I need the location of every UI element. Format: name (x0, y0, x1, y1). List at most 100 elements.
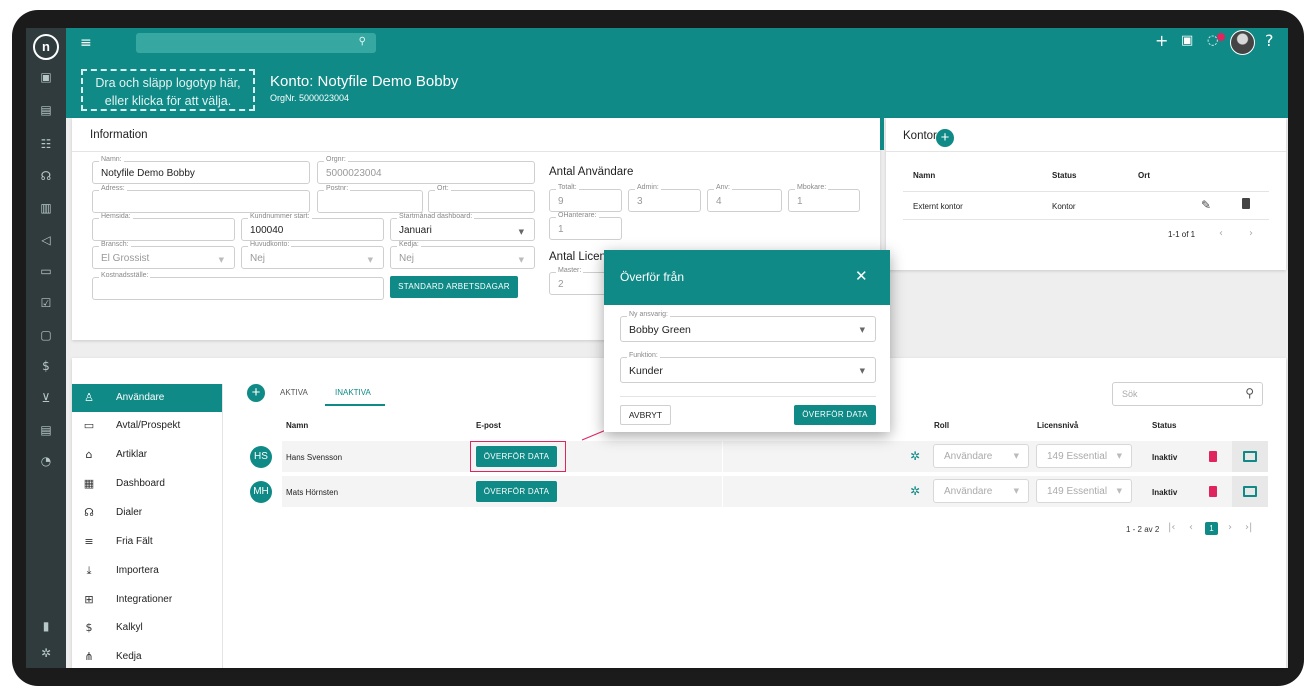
card-rail-icon[interactable]: ▭ (36, 263, 56, 279)
page-button-current[interactable]: 1 (1205, 522, 1218, 535)
avatar[interactable] (1230, 30, 1255, 55)
last-page-icon[interactable]: ›| (1245, 522, 1252, 533)
total-value: 9 (558, 196, 564, 207)
transfer-data-button[interactable]: ÖVERFÖR DATA (476, 446, 557, 467)
role-select[interactable]: Användare ▼ (933, 444, 1029, 468)
trash-icon[interactable] (1242, 198, 1250, 209)
sidebar-item-artiklar[interactable]: ⌂ Artiklar (72, 441, 222, 469)
id-card-icon[interactable] (1243, 486, 1257, 497)
postnr-label: Postnr: (324, 185, 351, 192)
trash-icon[interactable] (1209, 451, 1217, 462)
app-logo[interactable]: n (33, 34, 59, 60)
chevron-right-icon[interactable]: › (1228, 522, 1232, 533)
tab-inactive[interactable]: INAKTIVA (335, 388, 371, 397)
orgnr-field[interactable]: Orgnr: 5000023004 (317, 156, 535, 184)
plus-icon[interactable]: + (1155, 31, 1168, 50)
sidebar-item-anvandare[interactable]: ♙ Användare (72, 384, 222, 412)
startmonth-select[interactable]: Startmånad dashboard: Januari ▼ (390, 213, 535, 241)
global-search-input[interactable]: ⚲ (136, 33, 376, 53)
add-user-button[interactable]: + (247, 384, 265, 402)
sidebar-item-dashboard[interactable]: ▦ Dashboard (72, 470, 222, 498)
cell-divider (722, 476, 723, 507)
dashboard-rail-icon[interactable]: ◔ (36, 453, 56, 469)
close-icon[interactable]: ✕ (855, 267, 868, 285)
ort-field[interactable]: Ort: (428, 185, 535, 213)
responsible-select[interactable]: Ny ansvarig: Bobby Green ▼ (620, 311, 876, 342)
gear-icon[interactable]: ✲ (910, 484, 920, 498)
edit-icon[interactable]: ✎ (1201, 198, 1211, 212)
costcenter-label: Kostnadsställe: (99, 272, 151, 279)
sidebar-item-avtal[interactable]: ▭ Avtal/Prospekt (72, 412, 222, 440)
headset-rail-icon[interactable]: ☊ (36, 168, 56, 184)
chevron-down-icon: ▼ (518, 256, 524, 264)
divider (886, 151, 1286, 152)
lines-icon: ≡ (84, 535, 94, 548)
custno-field[interactable]: Kundnummer start: 100040 (241, 213, 384, 241)
first-page-icon[interactable]: |‹ (1168, 522, 1175, 533)
invoice-rail-icon[interactable]: ▤ (36, 422, 56, 438)
folder-rail-icon[interactable]: ▢ (36, 327, 56, 343)
chevron-left-icon[interactable]: ‹ (1219, 228, 1223, 239)
chevron-left-icon[interactable]: ‹ (1189, 522, 1193, 533)
dropzone-line1: Dra och släpp logotyp här, (95, 76, 241, 90)
cart-rail-icon[interactable]: ⊻ (36, 390, 56, 406)
branch-select[interactable]: Bransch: El Grossist ▼ (92, 241, 235, 269)
offices-col-name: Namn (913, 171, 936, 180)
transfer-data-button[interactable]: ÖVERFÖR DATA (476, 481, 557, 502)
sidebar-item-integrationer[interactable]: ⊞ Integrationer (72, 586, 222, 614)
chevron-down-icon: ▼ (1013, 452, 1019, 460)
sidebar-item-fria-falt[interactable]: ≡ Fria Fält (72, 528, 222, 556)
sidebar-item-kalkyl[interactable]: $ Kalkyl (72, 614, 222, 642)
col-license: Licensnivå (1037, 421, 1079, 430)
chain-value: Nej (399, 253, 415, 264)
sidebar-item-kedja[interactable]: ⋔ Kedja (72, 643, 222, 671)
logo-dropzone[interactable]: Dra och släpp logotyp här, eller klicka … (81, 69, 255, 111)
id-card-icon[interactable] (1243, 451, 1257, 462)
calendar-check-rail-icon[interactable]: ☑ (36, 295, 56, 311)
user-search-input[interactable]: Sök ⚲ (1112, 382, 1263, 406)
chevron-down-icon: ▼ (1116, 452, 1122, 460)
chevron-down-icon: ▼ (859, 367, 865, 375)
costcenter-field[interactable]: Kostnadsställe: (92, 272, 384, 300)
file-rail-icon[interactable]: ▮ (36, 618, 56, 634)
ort-label: Ort: (435, 185, 451, 192)
function-select[interactable]: Funktion: Kunder ▼ (620, 352, 876, 383)
name-field[interactable]: Namn: Notyfile Demo Bobby (92, 156, 310, 184)
dollar-icon: $ (85, 621, 93, 634)
sidebar-item-dialer[interactable]: ☊ Dialer (72, 499, 222, 527)
gear-icon[interactable]: ✲ (910, 449, 920, 463)
postnr-field[interactable]: Postnr: (317, 185, 423, 213)
dollar-rail-icon[interactable]: $ (36, 358, 56, 374)
confirm-transfer-button[interactable]: ÖVERFÖR DATA (794, 405, 876, 425)
sidebar-item-label: Kedja (116, 651, 142, 662)
workdays-button[interactable]: STANDARD ARBETSDAGAR (390, 276, 518, 298)
document-rail-icon[interactable]: ▤ (36, 102, 56, 118)
settings-rail-icon[interactable]: ✲ (36, 645, 56, 661)
table-rail-icon[interactable]: ☷ (36, 136, 56, 152)
add-office-button[interactable]: + (936, 129, 954, 147)
homepage-field[interactable]: Hemsida: (92, 213, 235, 241)
calendar-rail-icon[interactable]: ▣ (36, 69, 56, 85)
chain-label: Kedja: (397, 241, 421, 248)
tab-active[interactable]: AKTIVA (280, 388, 308, 397)
admin-label: Admin: (635, 184, 661, 191)
user-name: Hans Svensson (286, 453, 343, 462)
license-select[interactable]: 149 Essential ▼ (1036, 479, 1132, 503)
list-rail-icon[interactable]: ▥ (36, 200, 56, 216)
help-icon[interactable]: ? (1265, 31, 1274, 50)
users-pagination: 1 - 2 av 2 (1126, 525, 1160, 534)
trash-icon[interactable] (1209, 486, 1217, 497)
cancel-button[interactable]: AVBRYT (620, 405, 671, 425)
megaphone-rail-icon[interactable]: ◁ (36, 232, 56, 248)
role-select[interactable]: Användare ▼ (933, 479, 1029, 503)
license-select[interactable]: 149 Essential ▼ (1036, 444, 1132, 468)
sidebar-item-importera[interactable]: ⤓ Importera (72, 557, 222, 585)
divider (620, 396, 876, 397)
calendar-icon[interactable]: ▣ (1181, 33, 1193, 48)
address-field[interactable]: Adress: (92, 185, 310, 213)
function-label: Funktion: (627, 352, 660, 359)
menu-icon[interactable]: ≡ (80, 35, 92, 51)
chevron-right-icon[interactable]: › (1249, 228, 1253, 239)
chain-select[interactable]: Kedja: Nej ▼ (390, 241, 535, 269)
mainaccount-select[interactable]: Huvudkonto: Nej ▼ (241, 241, 384, 269)
